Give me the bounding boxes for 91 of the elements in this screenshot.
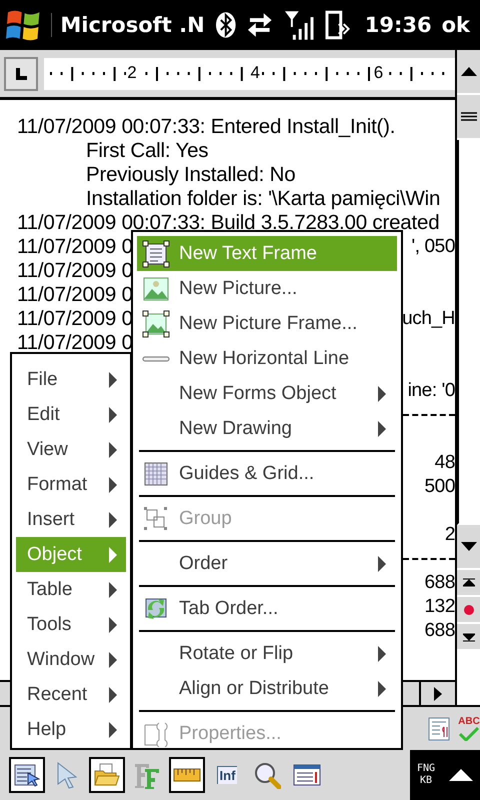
log-line: 500 <box>424 475 455 499</box>
picture-icon <box>143 276 169 300</box>
menu-item[interactable]: Align or Distribute <box>137 671 397 706</box>
menu-item[interactable]: Format <box>16 467 126 502</box>
zoom-icon <box>253 761 281 789</box>
previous-page-button[interactable] <box>457 570 480 597</box>
menu-item[interactable]: Edit <box>16 397 126 432</box>
submenu-arrow-icon <box>108 650 118 668</box>
phone-icon[interactable] <box>325 10 353 40</box>
toolbar-button[interactable] <box>169 757 205 793</box>
up-arrow-icon[interactable] <box>449 769 474 781</box>
log-line: 688 <box>424 571 455 595</box>
log-line: 132 <box>424 595 455 619</box>
scroll-up-button[interactable] <box>457 50 480 95</box>
log-line: 48 <box>434 451 455 475</box>
log-line: uch_H <box>402 307 455 331</box>
submenu-arrow-icon <box>108 720 118 738</box>
log-line: 11/07/2009 00:07:33: Build 3.5.7283.00 created <box>17 211 440 235</box>
info-icon: Inf <box>216 766 238 784</box>
submenu-arrow-icon <box>108 546 118 564</box>
toolbar-button[interactable] <box>9 757 45 793</box>
log-line: ', 050 <box>412 235 455 259</box>
submenu-arrow-icon <box>108 440 118 458</box>
submenu-arrow-icon <box>108 370 118 388</box>
submenu-arrow-icon <box>108 476 118 494</box>
log-line: 2 <box>444 523 455 547</box>
submenu-arrow-icon <box>108 510 118 528</box>
ruler-icon <box>173 768 201 782</box>
bluetooth-icon[interactable] <box>214 11 236 39</box>
page-down-icon <box>462 630 474 642</box>
grid-icon <box>144 462 168 486</box>
submenu-arrow-icon <box>108 686 118 704</box>
ok-button[interactable]: ok <box>442 13 470 37</box>
menu-item[interactable]: Insert <box>16 502 126 537</box>
log-line: Installation folder is: '\Karta pamięci\Win <box>86 187 440 211</box>
log-line: First Call: Yes <box>86 139 208 163</box>
menu-item[interactable]: New Picture... <box>137 271 397 306</box>
menu-item[interactable]: Recent <box>16 677 126 712</box>
log-line: 11/07/2009 00:07:33: Entered Install_Init(). <box>17 115 396 139</box>
next-page-button[interactable] <box>457 624 480 651</box>
ruler[interactable]: 2 4 6 <box>44 58 455 90</box>
menu-item[interactable]: New Picture Frame... <box>137 306 397 341</box>
windows-logo-icon[interactable] <box>6 8 42 42</box>
tab-stop-button[interactable] <box>4 56 38 90</box>
menu-item[interactable]: Guides & Grid... <box>137 456 397 491</box>
scroll-down-button[interactable] <box>457 525 480 570</box>
font-icon <box>133 761 161 789</box>
menu-item[interactable]: Table <box>16 572 126 607</box>
paragraph-icon[interactable] <box>428 716 450 740</box>
dot-icon <box>464 604 474 614</box>
tab-stop-icon <box>15 68 27 80</box>
menu-item[interactable]: Help <box>16 712 126 747</box>
tab-order-icon <box>143 596 169 622</box>
right-arrow-icon <box>433 686 443 700</box>
menu-item[interactable]: Window <box>16 642 126 677</box>
text-frame-icon <box>142 240 170 268</box>
clock-time[interactable]: 19:36 <box>364 13 432 37</box>
toolbar-button[interactable]: Inf <box>209 757 245 793</box>
picture-frame-icon <box>142 310 170 338</box>
menu-item[interactable]: View <box>16 432 126 467</box>
menu-item[interactable]: New Drawing <box>137 411 397 446</box>
submenu-arrow-icon <box>108 580 118 598</box>
submenu-arrow-icon <box>108 616 118 634</box>
folder-icon <box>94 763 120 787</box>
pointer-icon <box>55 761 79 789</box>
menu-item[interactable]: New Forms Object <box>137 376 397 411</box>
view-menu-button[interactable] <box>457 95 480 140</box>
submenu-arrow-icon <box>108 406 118 424</box>
log-line: 688 <box>424 619 455 643</box>
properties-icon <box>143 720 169 746</box>
menu-item[interactable]: Rotate or Flip <box>137 636 397 671</box>
menu-item[interactable]: Tools <box>16 607 126 642</box>
keyboard-icon[interactable]: FNG KB <box>416 763 436 787</box>
signal-icon[interactable] <box>284 9 316 41</box>
window-title: Microsoft .N <box>51 13 205 37</box>
log-line: Previously Installed: No <box>86 163 296 187</box>
menu-item[interactable]: Tab Order... <box>137 591 397 626</box>
form-icon <box>293 764 321 786</box>
sync-arrows-icon[interactable] <box>246 11 274 39</box>
down-arrow-icon <box>460 542 476 551</box>
browse-object-button[interactable] <box>457 597 480 624</box>
log-line: ine: '0 <box>408 379 455 403</box>
menu-icon <box>460 112 476 121</box>
menu-item[interactable]: File <box>16 362 126 397</box>
page-up-icon <box>462 576 474 588</box>
up-arrow-icon <box>460 67 476 76</box>
list-pointer-icon <box>14 763 40 787</box>
group-icon <box>144 506 168 530</box>
toolbar-button[interactable] <box>89 757 125 793</box>
menu-item[interactable]: New Horizontal Line <box>137 341 397 376</box>
menu-item[interactable]: Order <box>137 546 397 581</box>
